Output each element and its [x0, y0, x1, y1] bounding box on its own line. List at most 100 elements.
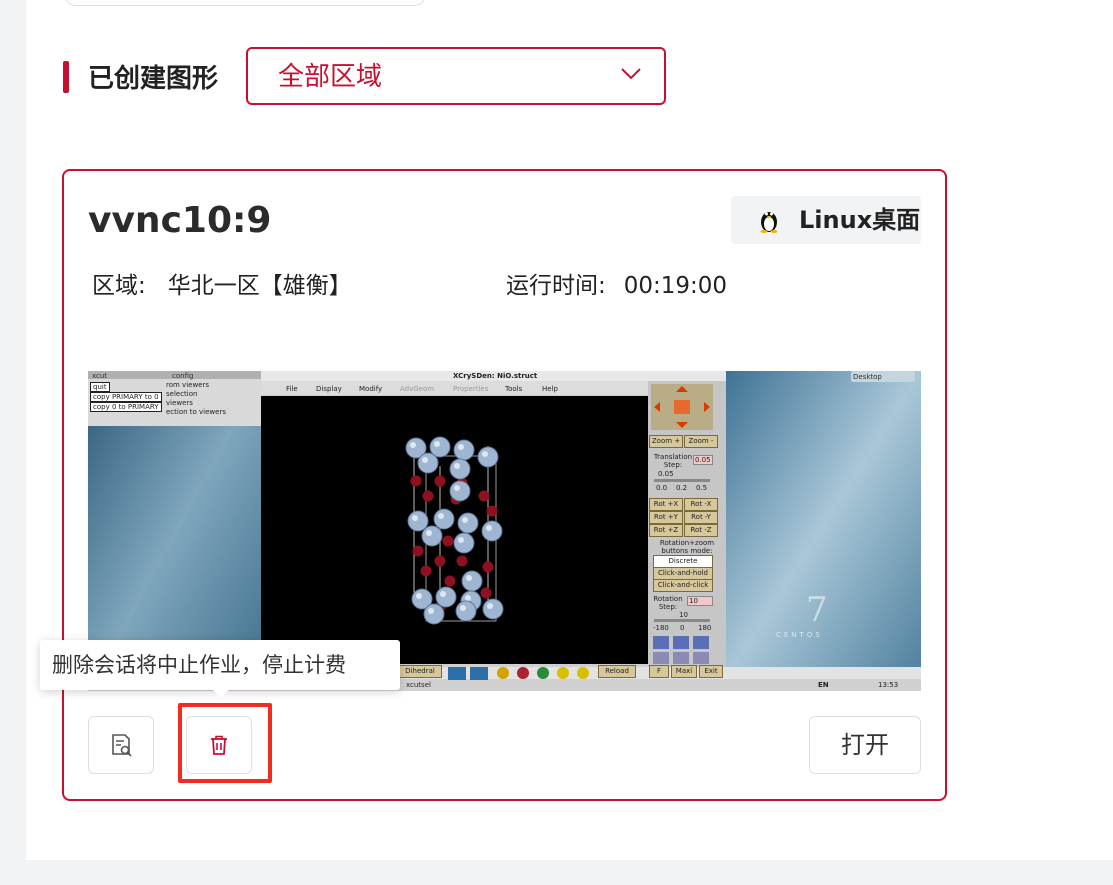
linux-penguin-icon	[760, 212, 778, 233]
nickel-atom	[417, 452, 439, 474]
nickel-atom	[481, 520, 503, 542]
runtime-label: 运行时间:	[506, 273, 606, 299]
preview-copy-zero-button: copy 0 to PRIMARY	[90, 402, 162, 412]
region-info: 区域: 华北一区【雄衡】	[92, 271, 352, 301]
preview-slider-tick: -180	[653, 624, 669, 632]
runtime-info: 运行时间: 00:19:00	[506, 271, 727, 301]
nickel-atom	[449, 458, 471, 480]
atom-highlight	[458, 444, 464, 450]
delete-button-highlight	[178, 703, 272, 783]
preview-rot-button: Rot +X	[649, 498, 683, 511]
atom-highlight	[422, 457, 428, 463]
atom-highlight	[454, 485, 460, 491]
tooltip-text: 删除会话将中止作业，停止计费	[52, 653, 346, 677]
preview-bottom-button: Maxi	[671, 665, 697, 678]
oxygen-atom	[412, 545, 424, 557]
preview-menu-item: AdvGeom	[400, 385, 435, 393]
oxygen-atom	[478, 490, 490, 502]
preview-menu-item: Display	[316, 385, 342, 393]
preview-window-title: XCrySDen: NiO.struct	[453, 372, 538, 380]
preview-bottom-button: Exit	[699, 665, 723, 678]
atom-highlight	[458, 537, 464, 543]
atom-highlight	[438, 513, 444, 519]
session-name: vvnc10:9	[88, 200, 272, 241]
preview-rotation-mode-label: Rotation+zoom buttons mode:	[659, 539, 715, 555]
preview-menu-item: Properties	[453, 385, 489, 393]
preview-rot-button: Rot +Z	[649, 524, 683, 537]
preview-translation-label: Translation Step:	[653, 453, 693, 469]
region-select-value: 全部区域	[278, 62, 383, 92]
atom-highlight	[482, 451, 488, 457]
preview-left-line: selection	[166, 390, 198, 398]
region-label: 区域:	[92, 273, 146, 299]
details-button[interactable]	[88, 716, 154, 774]
top-input-remnant[interactable]	[64, 0, 426, 6]
document-search-icon	[112, 734, 132, 757]
preview-mode-option: Click-and-click	[653, 579, 713, 592]
preview-rot-button: Rot +Y	[649, 511, 683, 524]
preview-left-line: viewers	[166, 399, 193, 407]
preview-config-title: config	[172, 372, 194, 380]
section-accent-bar	[63, 61, 69, 93]
atom-highlight	[428, 608, 434, 614]
preview-left-line: rom viewers	[166, 381, 210, 389]
nickel-atom	[455, 600, 477, 622]
nickel-atom	[423, 603, 445, 625]
oxygen-atom	[422, 490, 434, 502]
oxygen-atom	[480, 587, 492, 599]
region-select[interactable]: 全部区域	[246, 47, 666, 105]
atom-highlight	[460, 605, 466, 611]
preview-copy-primary-button: copy PRIMARY to 0	[90, 392, 162, 402]
preview-slider-tick: 0.5	[696, 484, 708, 492]
chevron-down-icon	[621, 68, 641, 80]
preview-slider-value-b: 10	[679, 611, 688, 619]
preview-desktop-label: Desktop	[853, 373, 882, 381]
region-value: 华北一区【雄衡】	[167, 273, 352, 299]
preview-taskbar-item: xcutsel	[406, 681, 431, 689]
atom-highlight	[454, 463, 460, 469]
oxygen-atom	[486, 505, 498, 517]
os-label: Linux桌面	[799, 206, 921, 234]
preview-tray-lang: EN	[818, 681, 829, 689]
atom-highlight	[416, 593, 422, 599]
oxygen-atom	[482, 561, 494, 573]
oxygen-atom	[420, 565, 432, 577]
atom-highlight	[462, 517, 468, 523]
atom-highlight	[440, 591, 446, 597]
preview-translation-value: 0.05	[693, 455, 713, 465]
nickel-atom	[453, 439, 475, 461]
nickel-atom	[482, 598, 504, 620]
atom-highlight	[412, 515, 418, 521]
preview-slider-tick: 0.2	[676, 484, 688, 492]
preview-quit-button: quit	[90, 382, 110, 392]
preview-slider-tick: 0	[680, 624, 685, 632]
preview-rotation-step-value: 10	[687, 596, 713, 606]
preview-rot-button: Rot -Y	[684, 511, 718, 524]
preview-left-line: ection to viewers	[166, 408, 226, 416]
section-title: 已创建图形	[88, 64, 219, 94]
oxygen-atom	[410, 475, 422, 487]
oxygen-atom	[456, 555, 468, 567]
nickel-atom	[421, 525, 443, 547]
preview-zoom-out: Zoom -	[684, 435, 718, 448]
preview-xcut-title: xcut	[92, 372, 108, 380]
preview-tray-clock: 13:53	[878, 681, 899, 689]
preview-bottom-button: F	[649, 665, 669, 678]
preview-menu-item: Modify	[359, 385, 383, 393]
atom-highlight	[465, 595, 471, 601]
nickel-atom	[461, 570, 483, 592]
open-session-button[interactable]: 打开	[809, 716, 921, 774]
atom-highlight	[466, 575, 472, 581]
preview-rot-button: Rot -Z	[684, 524, 718, 537]
preview-zoom-in: Zoom +	[649, 435, 683, 448]
preview-bottom-button: Reload	[598, 665, 636, 678]
preview-rot-button: Rot -X	[684, 498, 718, 511]
nickel-atom	[453, 532, 475, 554]
oxygen-atom	[434, 475, 446, 487]
preview-slider-tick: 180	[698, 624, 712, 632]
atom-highlight	[410, 442, 416, 448]
oxygen-atom	[434, 555, 446, 567]
nickel-atom	[449, 480, 471, 502]
preview-menu-item: Tools	[505, 385, 523, 393]
preview-slider-tick: 0.0	[656, 484, 668, 492]
